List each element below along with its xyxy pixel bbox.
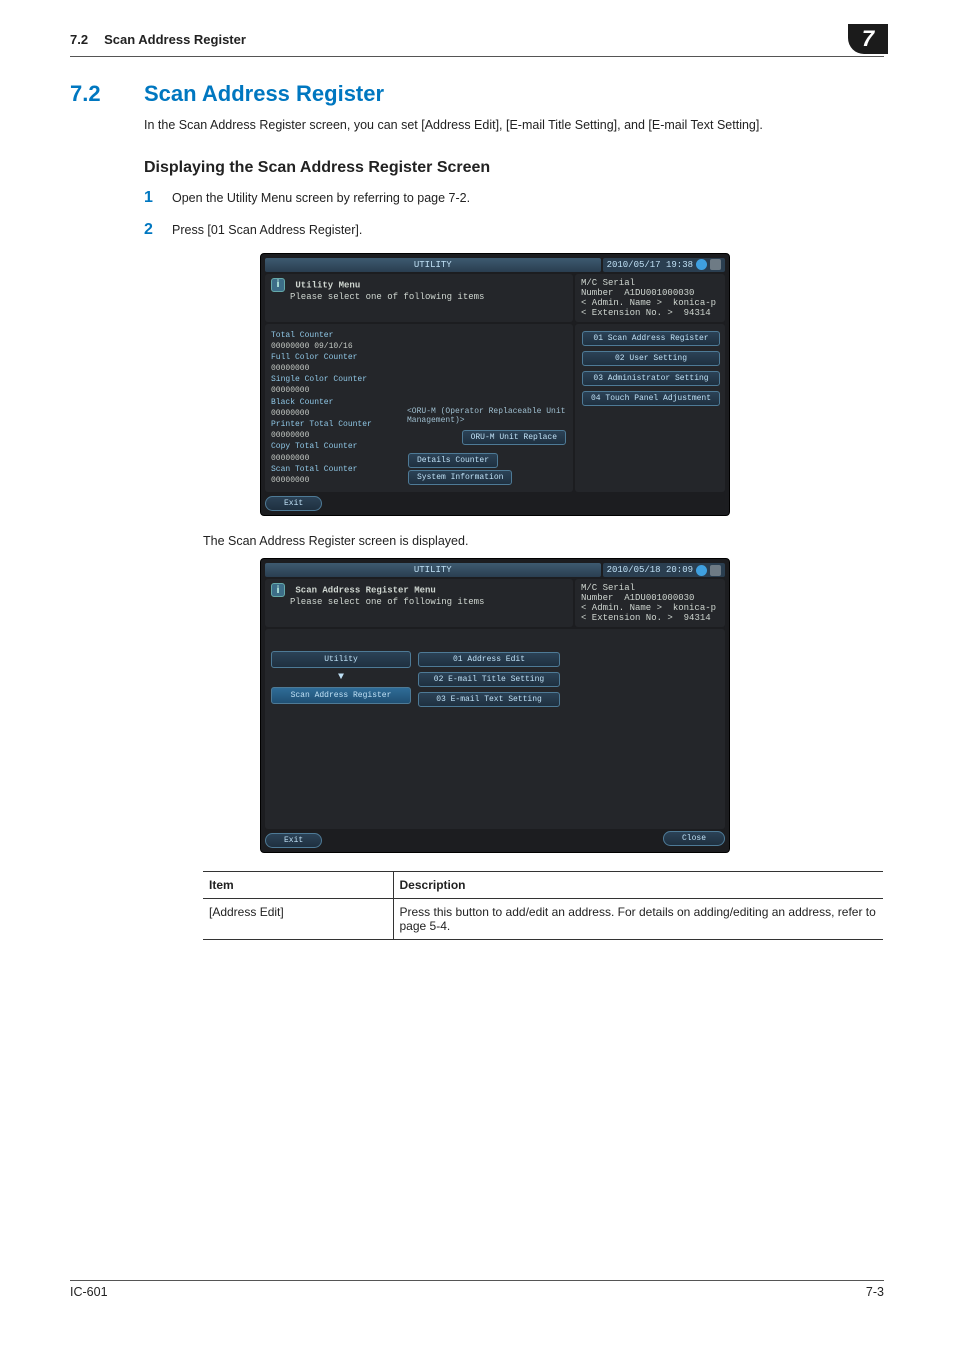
heading-title: Scan Address Register — [144, 81, 384, 107]
menu-address-edit[interactable]: 01 Address Edit — [418, 652, 560, 667]
table-cell-item: [Address Edit] — [203, 899, 393, 940]
step-2: 2 Press [01 Scan Address Register]. — [144, 221, 884, 239]
admin-value: konica-p — [673, 603, 716, 613]
sar-machine-info: M/C Serial Number A1DU001000030 < Admin.… — [575, 579, 725, 627]
counter-value: 00000000 — [271, 408, 401, 419]
step-1: 1 Open the Utility Menu screen by referr… — [144, 189, 884, 207]
utility-info-title: Utility Menu — [295, 280, 360, 290]
sar-info-sub: Please select one of following items — [290, 597, 484, 607]
menu-user-setting[interactable]: 02 User Setting — [582, 351, 720, 366]
chevron-down-icon: ▼ — [271, 672, 411, 683]
menu-scan-address-register[interactable]: 01 Scan Address Register — [582, 331, 720, 346]
header-section-number: 7.2 — [70, 32, 88, 47]
oru-replace-button[interactable]: ORU-M Unit Replace — [462, 430, 566, 445]
utility-menu-list: 01 Scan Address Register 02 User Setting… — [575, 324, 725, 493]
intro-paragraph: In the Scan Address Register screen, you… — [144, 117, 884, 135]
figure-scan-address-register: UTILITY 2010/05/18 20:09 i Scan Address … — [260, 558, 884, 853]
counter-label: Printer Total Counter — [271, 419, 401, 430]
utility-titlebar: UTILITY — [265, 258, 601, 272]
page-footer: IC-601 7-3 — [70, 1280, 884, 1299]
chapter-badge: 7 — [848, 24, 888, 54]
breadcrumb-utility[interactable]: Utility — [271, 651, 411, 668]
info-icon: i — [271, 583, 285, 597]
footer-right: 7-3 — [866, 1285, 884, 1299]
counter-label: Full Color Counter — [271, 352, 401, 363]
counter-label: Copy Total Counter — [271, 441, 401, 452]
counter-value: 00000000 09/10/16 — [271, 341, 401, 352]
sar-clock: 2010/05/18 20:09 — [603, 563, 725, 577]
menu-email-text-setting[interactable]: 03 E-mail Text Setting — [418, 692, 560, 707]
menu-administrator-setting[interactable]: 03 Administrator Setting — [582, 371, 720, 386]
sar-info-panel: i Scan Address Register Menu Please sele… — [265, 579, 573, 627]
serial-value: A1DU001000030 — [624, 593, 694, 603]
heading-number: 7.2 — [70, 81, 144, 107]
step-1-number: 1 — [144, 189, 172, 207]
breadcrumb-scan-address-register[interactable]: Scan Address Register — [271, 687, 411, 704]
counter-value: 00000000 — [271, 475, 401, 486]
utility-info-sub: Please select one of following items — [290, 292, 484, 302]
footer-left: IC-601 — [70, 1285, 108, 1299]
counter-label: Black Counter — [271, 397, 401, 408]
oru-note: <ORU-M (Operator Replaceable Unit Manage… — [407, 407, 567, 425]
table-row: [Address Edit] Press this button to add/… — [203, 899, 883, 940]
lock-icon — [710, 259, 721, 270]
counter-label: Single Color Counter — [271, 374, 401, 385]
description-table: Item Description [Address Edit] Press th… — [203, 871, 883, 940]
utility-info-panel: i Utility Menu Please select one of foll… — [265, 274, 573, 322]
memory-icon — [696, 259, 707, 270]
utility-clock: 2010/05/17 19:38 — [603, 258, 725, 272]
info-icon: i — [271, 278, 285, 292]
step-1-text: Open the Utility Menu screen by referrin… — [172, 191, 470, 205]
memory-icon — [696, 565, 707, 576]
step-2-text: Press [01 Scan Address Register]. — [172, 223, 362, 237]
step-2-number: 2 — [144, 221, 172, 239]
ext-label: < Extension No. > — [581, 308, 673, 318]
table-head-item: Item — [203, 872, 393, 899]
counter-list: Total Counter 00000000 09/10/16 Full Col… — [271, 330, 401, 487]
exit-button[interactable]: Exit — [265, 833, 322, 848]
details-counter-button[interactable]: Details Counter — [408, 453, 498, 468]
counter-value: 00000000 — [271, 430, 401, 441]
counter-value: 00000000 — [271, 363, 401, 374]
table-cell-description: Press this button to add/edit an address… — [393, 899, 883, 940]
close-button[interactable]: Close — [663, 831, 725, 846]
exit-button[interactable]: Exit — [265, 496, 322, 511]
page-header: 7.2 Scan Address Register 7 — [70, 24, 884, 57]
admin-label: < Admin. Name > — [581, 603, 662, 613]
utility-clock-text: 2010/05/17 19:38 — [607, 260, 693, 270]
serial-value: A1DU001000030 — [624, 288, 694, 298]
counter-value: 00000000 — [271, 385, 401, 396]
counter-label: Scan Total Counter — [271, 464, 401, 475]
menu-touch-panel-adjustment[interactable]: 04 Touch Panel Adjustment — [582, 391, 720, 406]
sar-titlebar: UTILITY — [265, 563, 601, 577]
sar-clock-text: 2010/05/18 20:09 — [607, 565, 693, 575]
ext-label: < Extension No. > — [581, 613, 673, 623]
sub-heading: Displaying the Scan Address Register Scr… — [144, 159, 884, 177]
figure-utility-menu: UTILITY 2010/05/17 19:38 i Utility Menu … — [260, 253, 884, 517]
utility-machine-info: M/C Serial Number A1DU001000030 < Admin.… — [575, 274, 725, 322]
mid-caption: The Scan Address Register screen is disp… — [203, 534, 884, 548]
ext-value: 94314 — [684, 613, 711, 623]
counter-value: 00000000 — [271, 453, 401, 464]
header-section-title: Scan Address Register — [104, 32, 848, 47]
table-header-row: Item Description — [203, 872, 883, 899]
admin-label: < Admin. Name > — [581, 298, 662, 308]
sar-info-title: Scan Address Register Menu — [295, 586, 435, 596]
table-head-description: Description — [393, 872, 883, 899]
admin-value: konica-p — [673, 298, 716, 308]
menu-email-title-setting[interactable]: 02 E-mail Title Setting — [418, 672, 560, 687]
ext-value: 94314 — [684, 308, 711, 318]
lock-icon — [710, 565, 721, 576]
system-info-button[interactable]: System Information — [408, 470, 512, 485]
counter-label: Total Counter — [271, 330, 401, 341]
